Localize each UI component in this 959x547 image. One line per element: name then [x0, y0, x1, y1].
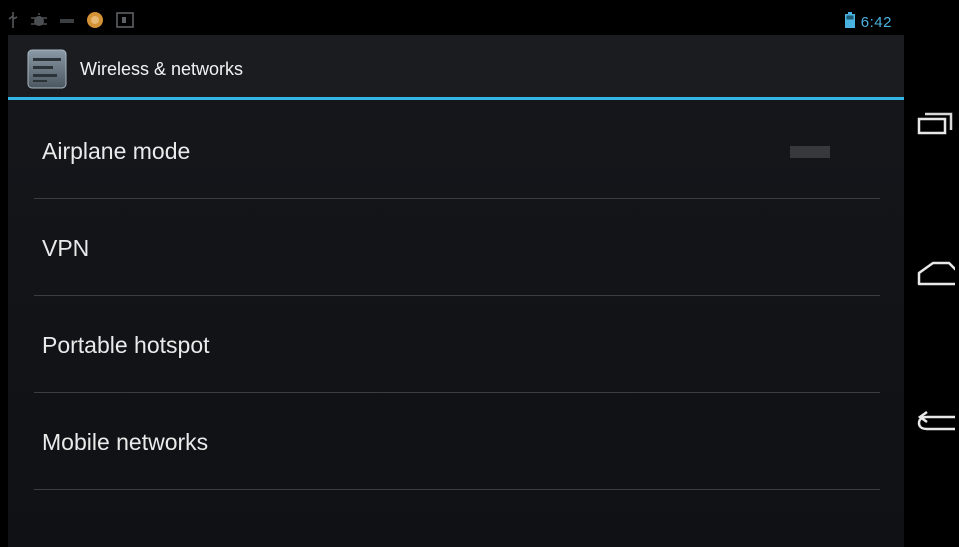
calendar-icon	[116, 11, 134, 33]
list-item-label: Airplane mode	[42, 138, 191, 164]
screen: 6:42 Wireless & networks Airplane mode V…	[8, 7, 904, 547]
recent-apps-button[interactable]	[912, 105, 957, 145]
status-icons	[8, 11, 146, 34]
device-frame: 6:42 Wireless & networks Airplane mode V…	[0, 0, 959, 547]
toggle-switch[interactable]	[790, 142, 830, 162]
nav-bar	[904, 0, 959, 547]
usb-icon	[8, 11, 18, 33]
status-clock: 6:42	[860, 13, 892, 31]
notification-icon	[86, 11, 104, 34]
list-item-portable-hotspot[interactable]: Portable hotspot	[8, 296, 904, 393]
list-item-mobile-networks[interactable]: Mobile networks	[8, 393, 904, 490]
home-button[interactable]	[912, 255, 959, 295]
list-item-vpn[interactable]: VPN	[8, 199, 904, 296]
home-icon	[915, 258, 959, 293]
page-title: Wireless & networks	[80, 59, 244, 79]
battery-icon	[844, 11, 855, 33]
status-bar: 6:42	[8, 7, 904, 35]
signal-icon	[60, 13, 74, 31]
list-item-label: Mobile networks	[42, 429, 209, 455]
back-icon	[915, 408, 959, 443]
action-bar: Wireless & networks	[8, 35, 904, 100]
debug-icon	[30, 12, 48, 33]
list-item-label: Portable hotspot	[42, 332, 210, 358]
settings-app-icon[interactable]	[26, 48, 68, 90]
recent-apps-icon	[915, 108, 955, 143]
status-right: 6:42	[844, 11, 892, 33]
list-item-airplane-mode[interactable]: Airplane mode	[8, 102, 904, 199]
list-item-label: VPN	[42, 235, 90, 261]
back-button[interactable]	[912, 405, 959, 445]
settings-list: Airplane mode VPN Portable hotspot Mobil…	[8, 102, 904, 490]
divider	[34, 489, 880, 490]
